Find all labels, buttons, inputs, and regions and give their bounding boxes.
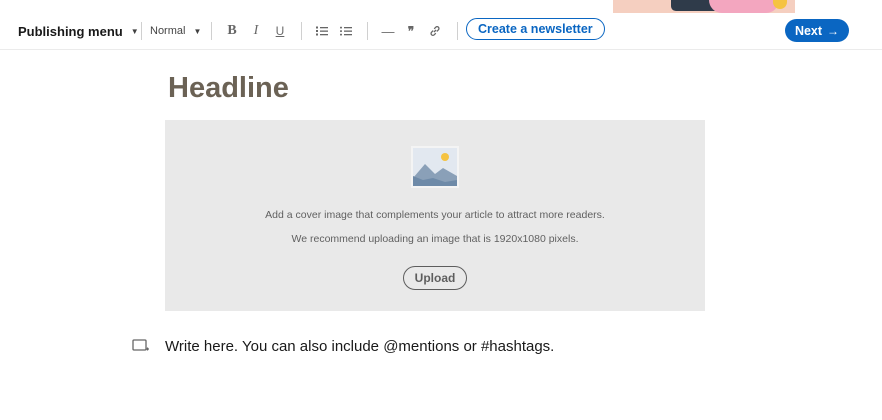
cover-hint-primary: Add a cover image that complements your … — [265, 209, 605, 221]
toolbar-divider — [367, 22, 368, 40]
link-icon[interactable] — [426, 22, 444, 40]
text-style-value: Normal — [150, 25, 186, 37]
next-label: Next — [794, 23, 823, 38]
arrow-right-icon: → — [827, 23, 840, 38]
toolbar-divider — [457, 22, 458, 40]
header-illustration — [613, 0, 795, 13]
cover-image-dropzone[interactable]: Add a cover image that complements your … — [165, 120, 705, 311]
toolbar-divider — [301, 22, 302, 40]
create-newsletter-button[interactable]: Create a newsletter — [466, 18, 605, 40]
publishing-menu-button[interactable]: Publishing menu ▼ — [18, 21, 139, 41]
bulleted-list-icon[interactable] — [337, 22, 355, 40]
toolbar-divider — [141, 22, 142, 40]
next-button[interactable]: Next → — [785, 19, 849, 42]
bold-button[interactable]: B — [223, 22, 241, 40]
italic-button[interactable]: I — [247, 22, 265, 40]
toolbar-divider — [211, 22, 212, 40]
editor-toolbar: Publishing menu ▼ Normal ▼ B I U — ❞ Cre… — [0, 13, 882, 50]
caret-down-icon: ▼ — [130, 26, 139, 36]
caret-down-icon: ▼ — [193, 26, 202, 36]
publishing-menu-label: Publishing menu — [18, 23, 123, 39]
underline-button[interactable]: U — [271, 22, 289, 40]
upload-button[interactable]: Upload — [403, 266, 467, 290]
image-placeholder-icon — [411, 146, 459, 188]
numbered-list-icon[interactable] — [313, 22, 331, 40]
text-style-select[interactable]: Normal ▼ — [150, 22, 201, 40]
insert-block-icon[interactable] — [132, 338, 150, 354]
cover-hint-secondary: We recommend uploading an image that is … — [291, 233, 579, 245]
article-body-input[interactable]: Write here. You can also include @mentio… — [165, 338, 554, 355]
horizontal-rule-icon[interactable]: — — [379, 22, 397, 40]
quote-icon[interactable]: ❞ — [402, 22, 420, 40]
headline-input[interactable]: Headline — [168, 72, 289, 105]
